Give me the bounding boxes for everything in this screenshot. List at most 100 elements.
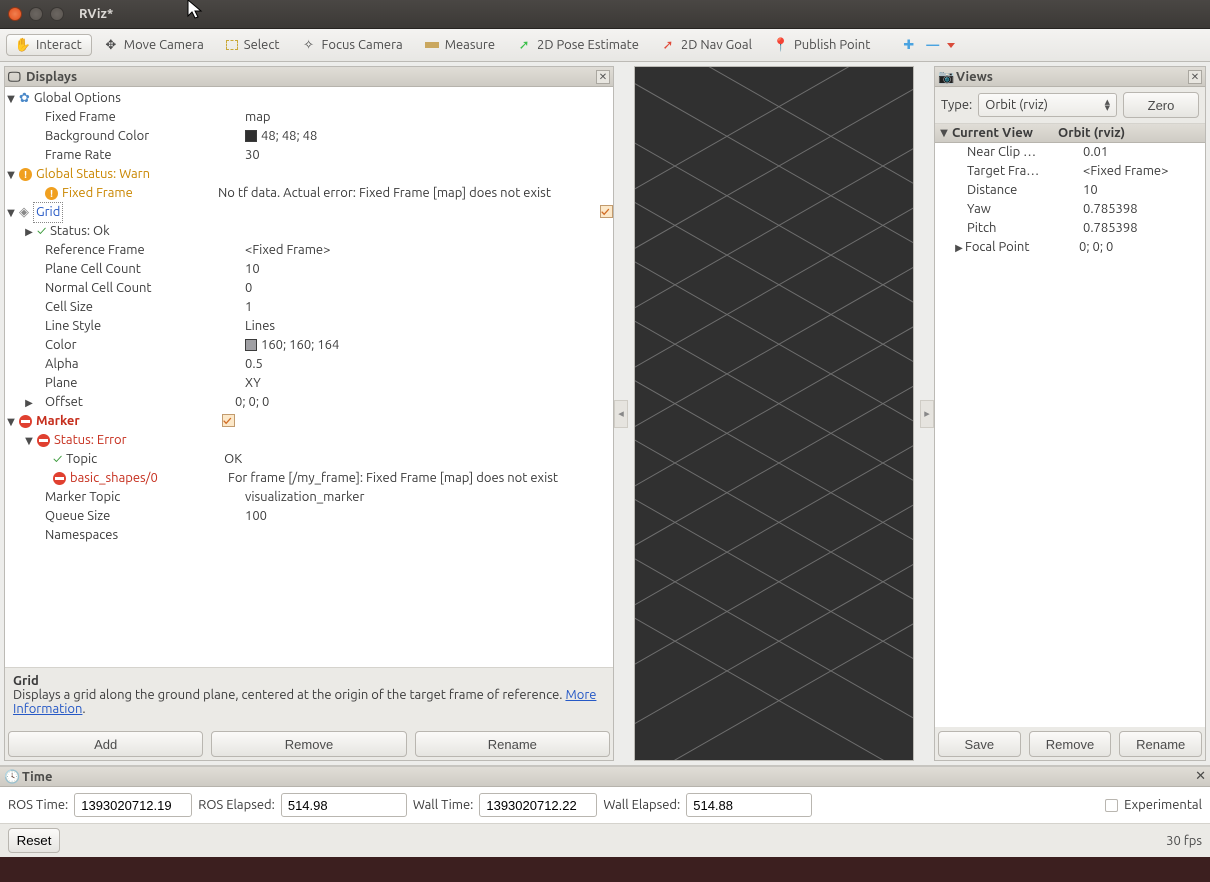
prop-focal-point[interactable]: ▶Focal Point0; 0; 0 [935, 238, 1205, 257]
prop-background-color[interactable]: Background Color48; 48; 48 [5, 127, 613, 146]
title-bar: RViz* [0, 0, 1210, 28]
prop-status-fixed-frame[interactable]: !Fixed FrameNo tf data. Actual error: Fi… [5, 184, 613, 203]
description-box: Grid Displays a grid along the ground pl… [5, 667, 613, 727]
tree-item-marker[interactable]: ▼Marker [5, 412, 613, 431]
prop-color[interactable]: Color160; 160; 164 [5, 336, 613, 355]
prop-cell-size[interactable]: Cell Size1 [5, 298, 613, 317]
prop-normal-cell-count[interactable]: Normal Cell Count0 [5, 279, 613, 298]
views-panel: 📷 Views ✕ Type: Orbit (rviz) ▲▼ Zero ▼ C… [934, 66, 1206, 761]
close-icon[interactable]: ✕ [1188, 70, 1202, 84]
measure-button[interactable]: Measure [415, 34, 505, 56]
displays-tree[interactable]: ▼✿Global Options Fixed Framemap Backgrou… [5, 87, 613, 667]
add-button[interactable]: Add [8, 731, 203, 757]
ros-elapsed-input[interactable] [281, 793, 407, 817]
focus-camera-button[interactable]: ✧ Focus Camera [292, 34, 413, 56]
fps-label: 30 fps [1166, 834, 1202, 848]
prop-yaw[interactable]: Yaw0.785398 [935, 200, 1205, 219]
prop-marker-topic[interactable]: Marker Topicvisualization_marker [5, 488, 613, 507]
prop-plane-cell-count[interactable]: Plane Cell Count10 [5, 260, 613, 279]
tree-item-grid-status[interactable]: ▶✓Status: Ok [5, 222, 613, 241]
ros-elapsed-label: ROS Elapsed: [198, 798, 275, 812]
description-body: Displays a grid along the ground plane, … [13, 688, 565, 702]
prop-near-clip[interactable]: Near Clip …0.01 [935, 143, 1205, 162]
remove-button[interactable]: Remove [211, 731, 406, 757]
type-label: Type: [941, 98, 972, 112]
views-rename-button[interactable]: Rename [1119, 731, 1202, 757]
experimental-checkbox[interactable]: Experimental [1105, 798, 1202, 812]
tree-item-marker-status[interactable]: ▼Status: Error [5, 431, 613, 450]
description-title: Grid [13, 674, 39, 688]
views-tree-header[interactable]: ▼ Current View Orbit (rviz) [935, 124, 1205, 143]
prop-reference-frame[interactable]: Reference Frame<Fixed Frame> [5, 241, 613, 260]
views-buttons: Save Remove Rename [935, 727, 1205, 760]
prop-pitch[interactable]: Pitch0.785398 [935, 219, 1205, 238]
displays-header[interactable]: 🖵 Displays ✕ [5, 67, 613, 87]
nav-goal-button[interactable]: ➚ 2D Nav Goal [651, 34, 762, 56]
move-camera-button[interactable]: ✥ Move Camera [94, 34, 214, 56]
prop-alpha[interactable]: Alpha0.5 [5, 355, 613, 374]
warn-icon: ! [19, 168, 32, 181]
window-minimize-button[interactable] [29, 7, 43, 21]
viewport-3d[interactable] [634, 66, 914, 761]
marker-checkbox[interactable] [222, 414, 235, 427]
check-icon: ✓ [53, 450, 62, 469]
displays-panel: 🖵 Displays ✕ ▼✿Global Options Fixed Fram… [4, 66, 614, 761]
warn-icon: ! [45, 187, 58, 200]
prop-line-style[interactable]: Line StyleLines [5, 317, 613, 336]
pose-estimate-button[interactable]: ➚ 2D Pose Estimate [507, 34, 649, 56]
error-icon [53, 472, 66, 485]
prop-plane[interactable]: PlaneXY [5, 374, 613, 393]
select-button[interactable]: Select [216, 34, 290, 56]
wall-elapsed-label: Wall Elapsed: [603, 798, 680, 812]
close-icon[interactable]: ✕ [1195, 769, 1206, 784]
tree-item-global-status[interactable]: ▼!Global Status: Warn [5, 165, 613, 184]
camera-icon: 📷 [938, 70, 952, 84]
time-panel: 🕓 Time ✕ ROS Time: ROS Elapsed: Wall Tim… [0, 766, 1210, 823]
prop-frame-rate[interactable]: Frame Rate30 [5, 146, 613, 165]
ros-time-input[interactable] [74, 793, 192, 817]
gear-icon: ✿ [19, 89, 30, 108]
mouse-cursor-icon [186, 0, 206, 22]
prop-fixed-frame[interactable]: Fixed Framemap [5, 108, 613, 127]
hand-icon: ✋ [16, 38, 30, 52]
views-remove-button[interactable]: Remove [1029, 731, 1112, 757]
views-tree[interactable]: ▼ Current View Orbit (rviz) Near Clip …0… [935, 124, 1205, 727]
reset-button[interactable]: Reset [8, 828, 60, 853]
prop-shape-error[interactable]: basic_shapes/0For frame [/my_frame]: Fix… [5, 469, 613, 488]
grid-icon: ◈ [19, 203, 29, 222]
prop-topic[interactable]: ✓TopicOK [5, 450, 613, 469]
time-header[interactable]: 🕓 Time ✕ [0, 767, 1210, 787]
left-collapse-handle[interactable]: ◂ [614, 400, 628, 428]
tree-item-grid[interactable]: ▼◈Grid [5, 203, 613, 222]
right-collapse-handle[interactable]: ▸ [920, 400, 934, 428]
prop-offset[interactable]: ▶Offset0; 0; 0 [5, 393, 613, 412]
add-tool-button[interactable]: ✚ [898, 34, 919, 57]
move-icon: ✥ [104, 38, 118, 52]
remove-tool-button[interactable]: — [921, 34, 960, 56]
window-close-button[interactable] [8, 7, 22, 21]
prop-distance[interactable]: Distance10 [935, 181, 1205, 200]
prop-namespaces[interactable]: Namespaces [5, 526, 613, 545]
clock-icon: 🕓 [4, 770, 18, 784]
save-button[interactable]: Save [938, 731, 1021, 757]
select-icon [226, 40, 238, 50]
wall-time-input[interactable] [479, 793, 597, 817]
publish-point-button[interactable]: 📍 Publish Point [764, 34, 880, 56]
close-icon[interactable]: ✕ [596, 70, 610, 84]
rename-button[interactable]: Rename [415, 731, 610, 757]
zero-button[interactable]: Zero [1123, 92, 1199, 118]
grid-checkbox[interactable] [600, 205, 613, 218]
tree-item-global-options[interactable]: ▼✿Global Options [5, 89, 613, 108]
wall-time-label: Wall Time: [413, 798, 474, 812]
status-bar: Reset 30 fps [0, 823, 1210, 857]
pin-icon: 📍 [774, 38, 788, 52]
wall-elapsed-input[interactable] [686, 793, 812, 817]
prop-queue-size[interactable]: Queue Size100 [5, 507, 613, 526]
prop-target-frame[interactable]: Target Fra…<Fixed Frame> [935, 162, 1205, 181]
interact-button[interactable]: ✋ Interact [6, 34, 92, 56]
spinner-icon: ▲▼ [1105, 99, 1110, 111]
window-title: RViz* [79, 7, 113, 21]
views-header[interactable]: 📷 Views ✕ [935, 67, 1205, 87]
window-maximize-button[interactable] [50, 7, 64, 21]
view-type-select[interactable]: Orbit (rviz) ▲▼ [978, 93, 1117, 117]
